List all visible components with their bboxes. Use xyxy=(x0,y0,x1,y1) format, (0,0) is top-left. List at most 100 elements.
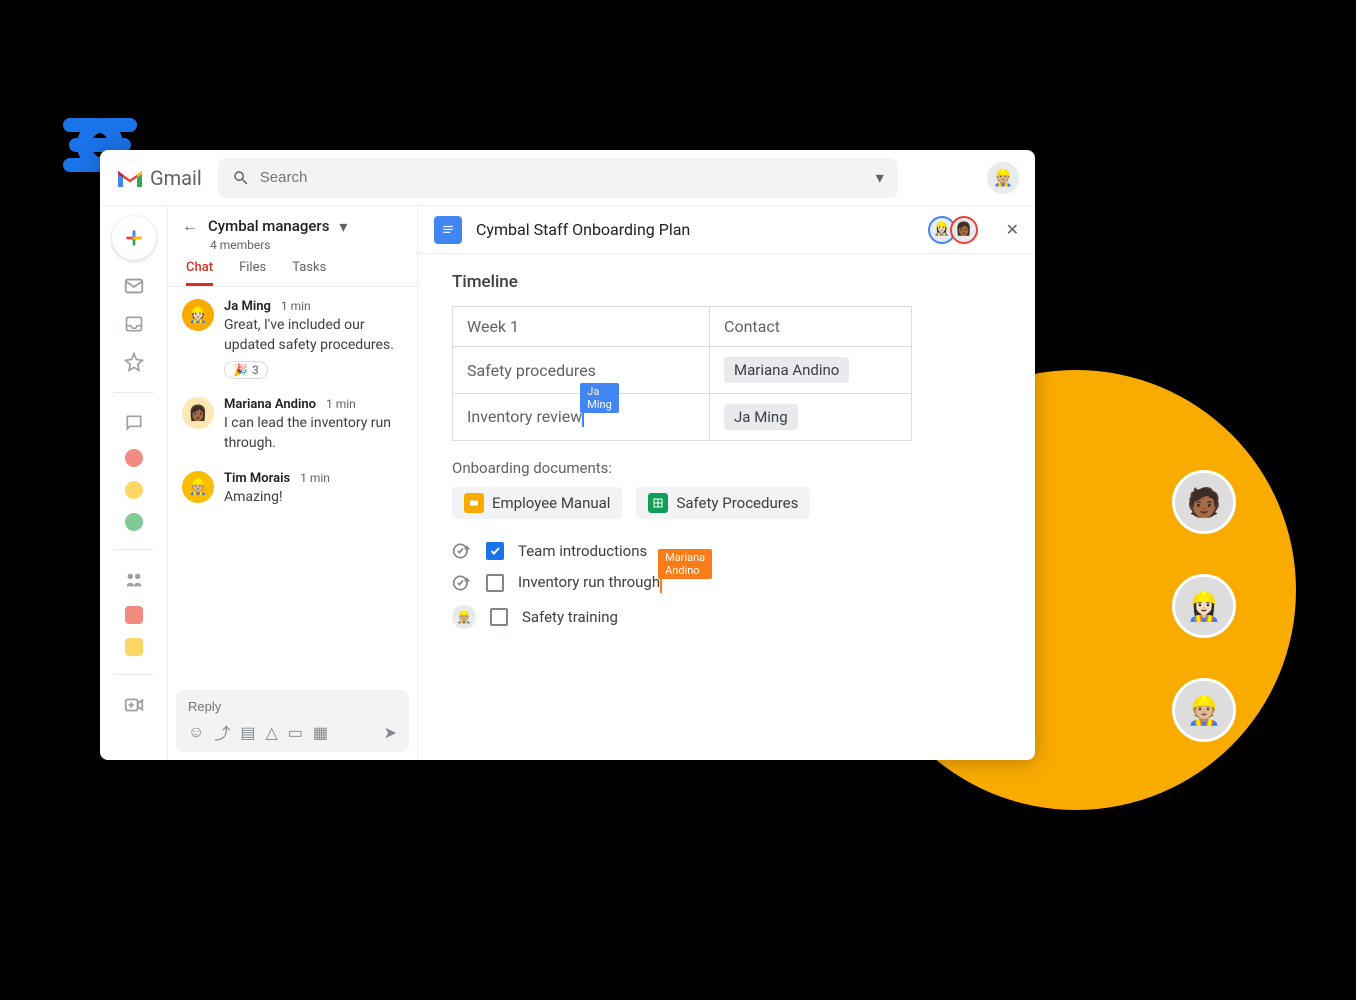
drive-attach-icon[interactable]: ▤ xyxy=(240,723,255,742)
docs-section-label: Onboarding documents: xyxy=(452,459,1001,477)
space-tile-yellow[interactable] xyxy=(125,638,143,656)
timeline-table: Week 1 Contact Safety procedures Mariana… xyxy=(452,306,912,441)
status-dot-green[interactable] xyxy=(125,513,143,531)
spaces-icon[interactable] xyxy=(122,568,146,592)
task-list: Team introductions Inventory run through… xyxy=(452,541,1001,629)
close-icon[interactable]: ✕ xyxy=(1006,220,1019,239)
compose-button[interactable] xyxy=(112,216,156,260)
attachment-chip[interactable]: Safety Procedures xyxy=(636,487,810,519)
meet-icon[interactable] xyxy=(122,693,146,717)
search-bar[interactable]: ▾ xyxy=(218,158,898,198)
chat-bubble-icon[interactable] xyxy=(122,411,146,435)
profile-avatar[interactable]: 👷🏼 xyxy=(987,162,1019,194)
product-name: Gmail xyxy=(150,166,202,190)
tab-files[interactable]: Files xyxy=(239,260,266,286)
inbox-icon[interactable] xyxy=(122,312,146,336)
reaction-emoji: 🎉 xyxy=(233,363,248,377)
gmail-icon xyxy=(116,167,144,189)
task-label[interactable]: Team introductions xyxy=(518,542,647,560)
collaborator-avatars: 👷🏻‍♀️ 👩🏾 xyxy=(934,216,978,244)
timeline-heading: Timeline xyxy=(452,272,1001,292)
cursor-tag: Mariana Andino xyxy=(658,549,712,579)
back-arrow-icon[interactable]: ← xyxy=(182,216,198,236)
gmail-logo[interactable]: Gmail xyxy=(116,166,202,190)
message-text: I can lead the inventory run through. xyxy=(224,414,403,453)
mail-icon[interactable] xyxy=(122,274,146,298)
cursor-icon: Ja Ming xyxy=(582,407,584,427)
avatar: 👷🏼 xyxy=(182,471,214,503)
emoji-icon[interactable]: ☺ xyxy=(188,722,204,742)
video-icon[interactable]: ▭ xyxy=(288,723,303,742)
task-add-icon[interactable] xyxy=(452,573,472,593)
reaction-chip[interactable]: 🎉 3 xyxy=(224,361,268,379)
table-cell[interactable]: Mariana Andino xyxy=(710,347,912,394)
message-author: Tim Morais xyxy=(224,471,290,486)
star-icon[interactable] xyxy=(122,350,146,374)
search-input[interactable] xyxy=(260,169,866,186)
search-options-icon[interactable]: ▾ xyxy=(876,168,884,187)
sheets-icon xyxy=(648,493,668,513)
attachment-name: Safety Procedures xyxy=(676,494,798,512)
avatar: 👷🏻 xyxy=(182,299,214,331)
doc-header: Cymbal Staff Onboarding Plan 👷🏻‍♀️ 👩🏾 ✕ xyxy=(418,206,1035,254)
drive-icon[interactable]: △ xyxy=(265,723,277,742)
assignee-avatar[interactable]: 👷🏼 xyxy=(452,605,476,629)
message: 👷🏼 Tim Morais 1 min Amazing! xyxy=(182,471,403,508)
decor-avatar: 👷🏻‍♀️ xyxy=(1172,574,1236,638)
attachment-chip[interactable]: Employee Manual xyxy=(452,487,622,519)
checkbox[interactable] xyxy=(490,608,508,626)
divider xyxy=(114,674,154,675)
message-text: Amazing! xyxy=(224,488,403,508)
chevron-down-icon[interactable]: ▾ xyxy=(339,217,347,236)
checkbox[interactable] xyxy=(486,574,504,592)
tab-chat[interactable]: Chat xyxy=(186,260,213,286)
status-dot-red[interactable] xyxy=(125,449,143,467)
avatar: 👩🏾 xyxy=(182,397,214,429)
topbar: Gmail ▾ 👷🏼 xyxy=(100,150,1035,206)
message: 👩🏾 Mariana Andino 1 min I can lead the i… xyxy=(182,397,403,453)
message-author: Ja Ming xyxy=(224,299,271,314)
message-author: Mariana Andino xyxy=(224,397,316,412)
status-dot-yellow[interactable] xyxy=(125,481,143,499)
doc-body[interactable]: Timeline Week 1 Contact Safety procedure… xyxy=(418,254,1035,760)
task-text: Inventory run through xyxy=(518,573,660,591)
space-tile-red[interactable] xyxy=(125,606,143,624)
task-add-icon[interactable] xyxy=(452,541,472,561)
divider xyxy=(114,549,154,550)
divider xyxy=(114,392,154,393)
tab-tasks[interactable]: Tasks xyxy=(292,260,326,286)
table-header: Week 1 xyxy=(453,307,710,347)
task-label[interactable]: Inventory run throughMariana Andino xyxy=(518,573,662,593)
messages-list: 👷🏻 Ja Ming 1 min Great, I've included ou… xyxy=(168,287,417,682)
task-row: Team introductions xyxy=(452,541,1001,561)
nav-sidebar xyxy=(100,206,168,760)
calendar-icon[interactable]: ▦ xyxy=(313,723,328,742)
reply-box[interactable]: ☺ ⤴ ▤ △ ▭ ▦ ➤ xyxy=(176,690,409,752)
table-cell[interactable]: Inventory reviewJa Ming xyxy=(453,394,710,441)
decor-avatar: 🧑🏾 xyxy=(1172,470,1236,534)
contact-chip[interactable]: Ja Ming xyxy=(724,404,798,430)
reaction-count: 3 xyxy=(252,363,259,377)
table-header: Contact xyxy=(710,307,912,347)
docs-icon xyxy=(434,216,462,244)
message-time: 1 min xyxy=(300,471,330,485)
space-name[interactable]: Cymbal managers xyxy=(208,217,329,235)
upload-icon[interactable]: ⤴ xyxy=(214,720,230,744)
chat-tabs: Chat Files Tasks xyxy=(168,252,417,287)
message-text: Great, I've included our updated safety … xyxy=(224,316,403,355)
contact-chip[interactable]: Mariana Andino xyxy=(724,357,849,383)
doc-title[interactable]: Cymbal Staff Onboarding Plan xyxy=(476,220,690,239)
search-icon xyxy=(232,169,250,187)
task-label[interactable]: Safety training xyxy=(522,608,618,626)
cursor-icon: Mariana Andino xyxy=(660,573,662,593)
message-time: 1 min xyxy=(326,397,356,411)
collab-avatar[interactable]: 👩🏾 xyxy=(950,216,978,244)
message: 👷🏻 Ja Ming 1 min Great, I've included ou… xyxy=(182,299,403,379)
table-cell[interactable]: Ja Ming xyxy=(710,394,912,441)
task-row: 👷🏼 Safety training xyxy=(452,605,1001,629)
send-icon[interactable]: ➤ xyxy=(384,723,397,742)
gmail-window: Gmail ▾ 👷🏼 xyxy=(100,150,1035,760)
checkbox[interactable] xyxy=(486,542,504,560)
reply-input[interactable] xyxy=(188,699,397,714)
message-time: 1 min xyxy=(281,299,311,313)
